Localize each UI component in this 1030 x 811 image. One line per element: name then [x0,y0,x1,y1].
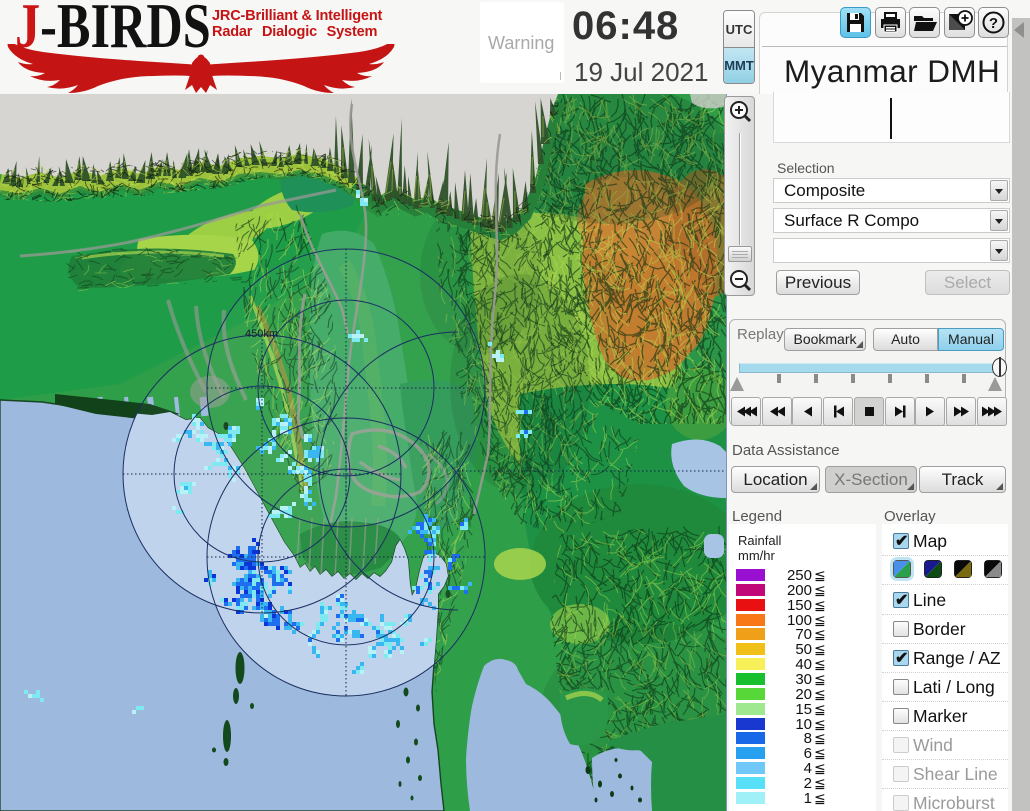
svg-text:450km: 450km [245,328,278,340]
svg-text:?: ? [989,15,998,32]
